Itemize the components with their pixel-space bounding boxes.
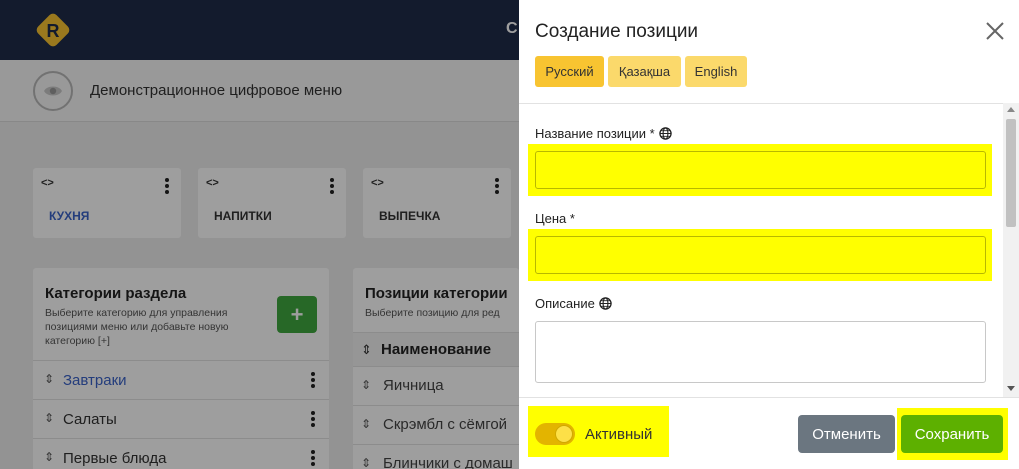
form-scrollbar[interactable] bbox=[1003, 103, 1019, 397]
description-label-text: Описание bbox=[535, 296, 595, 311]
active-toggle[interactable] bbox=[535, 423, 575, 445]
price-label-text: Цена * bbox=[535, 211, 575, 226]
scroll-down-icon[interactable] bbox=[1007, 386, 1015, 391]
modal-backdrop[interactable] bbox=[0, 0, 519, 469]
description-field-label: Описание bbox=[535, 296, 612, 311]
name-field-label: Название позиции * bbox=[535, 126, 672, 141]
tab-english[interactable]: English bbox=[685, 56, 747, 87]
cancel-button[interactable]: Отменить bbox=[798, 415, 895, 453]
description-textarea[interactable] bbox=[535, 321, 986, 383]
active-toggle-label: Активный bbox=[585, 426, 653, 443]
name-label-text: Название позиции * bbox=[535, 126, 655, 141]
close-icon[interactable] bbox=[985, 21, 1005, 41]
tab-russian[interactable]: Русский bbox=[535, 56, 604, 87]
price-input[interactable] bbox=[535, 236, 986, 274]
globe-icon bbox=[599, 297, 612, 310]
name-input[interactable] bbox=[535, 151, 986, 189]
toggle-knob bbox=[555, 425, 573, 443]
create-item-drawer: Создание позиции Русский Қазақша English… bbox=[519, 0, 1019, 469]
price-field-label: Цена * bbox=[535, 211, 575, 226]
globe-icon bbox=[658, 127, 672, 140]
scroll-up-icon[interactable] bbox=[1007, 107, 1015, 112]
scroll-thumb[interactable] bbox=[1006, 119, 1016, 227]
drawer-title: Создание позиции bbox=[535, 21, 699, 42]
tab-kazakh[interactable]: Қазақша bbox=[608, 56, 681, 87]
save-button[interactable]: Сохранить bbox=[901, 415, 1003, 453]
